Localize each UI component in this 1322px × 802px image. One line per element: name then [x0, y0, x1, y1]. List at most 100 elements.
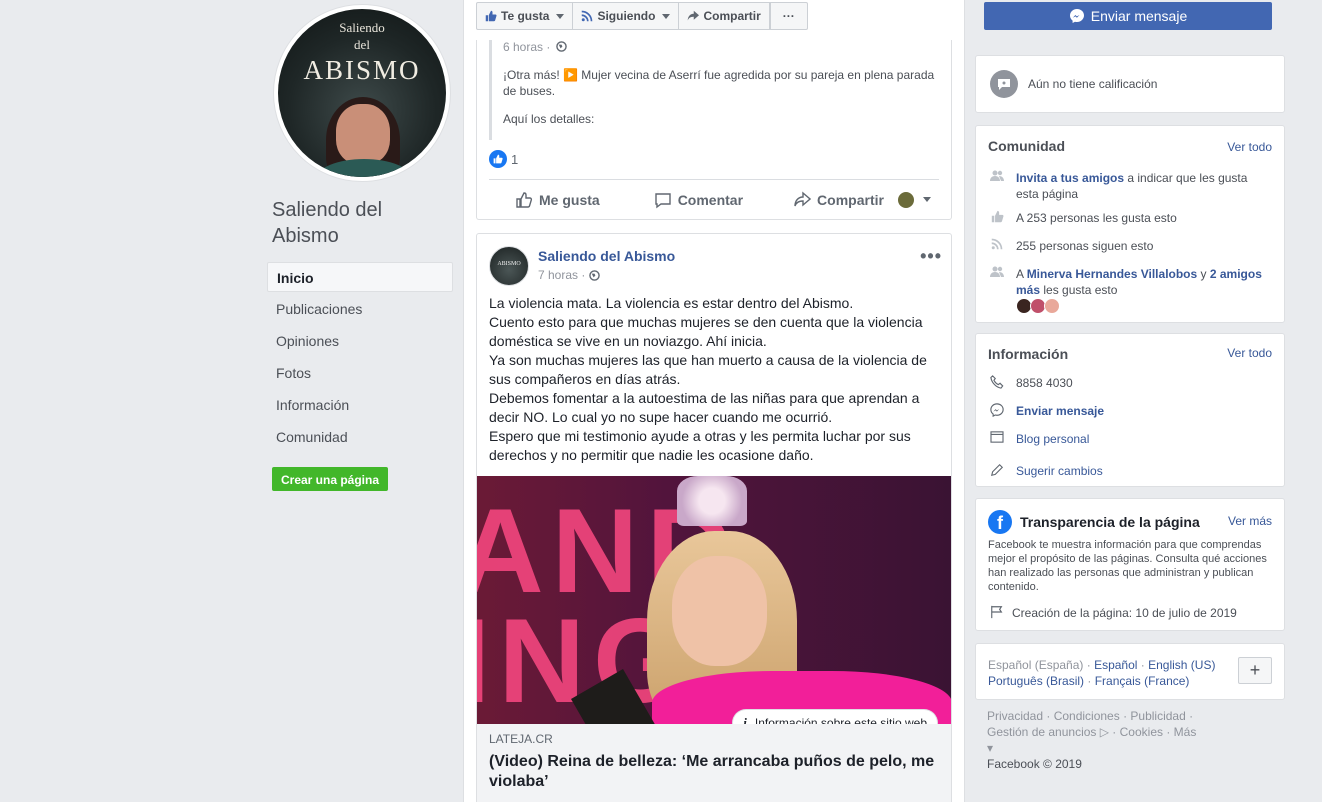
- suggest-edits-link[interactable]: Sugerir cambios: [1016, 463, 1103, 479]
- rating-text: Aún no tiene calificación: [1028, 77, 1158, 91]
- community-card: Comunidad Ver todo Invita a tus amigos a…: [975, 125, 1285, 323]
- info-suggest-row: Sugerir cambios: [988, 463, 1272, 479]
- current-language: Español (España): [988, 658, 1084, 672]
- info-title: Información: [988, 346, 1069, 362]
- language-option[interactable]: English (US): [1148, 658, 1215, 672]
- nav-item-opiniones[interactable]: Opiniones: [267, 326, 453, 356]
- browser-icon: [988, 431, 1006, 447]
- more-options-button[interactable]: ···: [769, 2, 808, 30]
- post-card: ABISMO Saliendo del Abismo 7 horas · •••…: [476, 233, 952, 802]
- globe-icon: [589, 269, 601, 281]
- react-as-selector[interactable]: [898, 191, 931, 208]
- nav-item-inicio[interactable]: Inicio: [267, 262, 453, 292]
- link-preview-image[interactable]: AND ING: [477, 476, 951, 724]
- shared-post-details: Aquí los detalles:: [503, 112, 595, 126]
- page-action-bar: Te gusta Siguiendo Compartir ···: [476, 2, 808, 30]
- thumbs-up-icon: [485, 10, 497, 22]
- link-preview-meta[interactable]: LATEJA.CR (Video) Reina de belleza: ‘Me …: [477, 724, 951, 802]
- link-domain: LATEJA.CR: [489, 732, 553, 746]
- info-card: Información Ver todo 8858 4030 Enviar me…: [975, 333, 1285, 487]
- create-page-button[interactable]: Crear una página: [272, 467, 388, 491]
- comment-icon: [654, 192, 671, 208]
- rating-card: Aún no tiene calificación: [975, 55, 1285, 113]
- community-likes-row: A 253 personas les gusta esto: [988, 210, 1272, 226]
- info-phone-row: 8858 4030: [988, 375, 1272, 391]
- share-button[interactable]: Compartir: [793, 190, 884, 209]
- language-list: Español (España) · Español · English (US…: [988, 658, 1216, 688]
- like-reaction-icon: [489, 150, 507, 168]
- rss-icon: [988, 238, 1006, 254]
- post-card: 6 horas · ¡Otra más! ▶️ Mujer vecina de …: [476, 40, 952, 220]
- following-button[interactable]: Siguiendo: [573, 2, 680, 30]
- language-option[interactable]: Français (France): [1095, 674, 1190, 688]
- copyright: Facebook © 2019: [987, 757, 1082, 771]
- nav-item-publicaciones[interactable]: Publicaciones: [267, 294, 453, 324]
- chevron-down-icon: [923, 197, 931, 202]
- community-title: Comunidad: [988, 138, 1065, 154]
- language-option[interactable]: Português (Brasil): [988, 674, 1084, 688]
- language-option[interactable]: Español: [1094, 658, 1137, 672]
- globe-icon: [555, 41, 567, 52]
- post-timestamp[interactable]: 7 horas ·: [538, 268, 601, 282]
- community-follows-row: 255 personas siguen esto: [988, 238, 1272, 254]
- info-category-row: Blog personal: [988, 431, 1272, 447]
- footer: Privacidad · Condiciones · Publicidad · …: [987, 708, 1197, 772]
- avatar[interactable]: [1044, 298, 1060, 314]
- community-invite-row: Invita a tus amigos a indicar que les gu…: [988, 170, 1272, 202]
- thumbs-up-outline-icon: [516, 191, 533, 208]
- people-icon: [988, 170, 1006, 202]
- profile-image: Saliendo del ABISMO: [278, 9, 446, 177]
- messenger-icon: [1069, 9, 1084, 23]
- post-options-icon[interactable]: •••: [920, 246, 942, 267]
- post-text: La violencia mata. La violencia es estar…: [489, 295, 927, 463]
- page-creation-row: Creación de la página: 10 de julio de 20…: [988, 605, 1272, 621]
- flag-icon: [988, 605, 1006, 621]
- post-author[interactable]: Saliendo del Abismo: [538, 248, 675, 264]
- language-card: Español (España) · Español · English (US…: [975, 643, 1285, 700]
- info-message-row: Enviar mensaje: [988, 403, 1272, 419]
- shared-post-time: 6 horas ·: [503, 40, 567, 54]
- transparency-body: Facebook te muestra información para que…: [988, 539, 1267, 593]
- liked-button[interactable]: Te gusta: [476, 2, 574, 30]
- friend-avatars: [1016, 298, 1060, 314]
- people-icon: [988, 266, 1006, 298]
- add-language-button[interactable]: +: [1238, 657, 1272, 684]
- phone-icon: [988, 375, 1006, 391]
- transparency-card: f Transparencia de la página Ver más Fac…: [975, 498, 1285, 631]
- profile-logo-line2: ABISMO: [303, 55, 421, 85]
- page-title[interactable]: Saliendo del Abismo: [272, 197, 452, 249]
- reaction-summary[interactable]: 1: [489, 150, 518, 168]
- avatar: [898, 191, 914, 208]
- facebook-logo-icon: f: [988, 510, 1012, 534]
- nav-item-fotos[interactable]: Fotos: [267, 358, 453, 388]
- shared-post-text: ¡Otra más! ▶️ Mujer vecina de Aserrí fue…: [503, 68, 935, 98]
- transparency-title: Transparencia de la página: [1020, 514, 1200, 530]
- share-icon: [688, 10, 700, 21]
- invite-friends-link[interactable]: Invita a tus amigos: [1016, 171, 1124, 185]
- send-message-link[interactable]: Enviar mensaje: [1016, 403, 1104, 419]
- pencil-icon: [988, 463, 1006, 479]
- page-profile-picture[interactable]: Saliendo del ABISMO: [273, 4, 451, 182]
- rss-icon: [582, 10, 593, 22]
- shared-post: 6 horas · ¡Otra más! ▶️ Mujer vecina de …: [489, 40, 939, 140]
- thumbs-up-icon: [988, 210, 1006, 226]
- comment-button[interactable]: Comentar: [654, 191, 743, 209]
- left-navigation: Inicio Publicaciones Opiniones Fotos Inf…: [267, 262, 453, 454]
- nav-item-comunidad[interactable]: Comunidad: [267, 422, 453, 452]
- community-see-all-link[interactable]: Ver todo: [1227, 140, 1272, 154]
- share-page-button[interactable]: Compartir: [679, 2, 770, 30]
- author-avatar[interactable]: ABISMO: [489, 246, 529, 286]
- chevron-down-icon: [556, 13, 565, 19]
- friend-link[interactable]: Minerva Hernandes Villalobos: [1027, 267, 1198, 281]
- nav-item-informacion[interactable]: Información: [267, 390, 453, 420]
- category-link[interactable]: Blog personal: [1016, 431, 1089, 447]
- info-see-all-link[interactable]: Ver todo: [1227, 346, 1272, 360]
- share-icon: [794, 190, 812, 207]
- transparency-see-more-link[interactable]: Ver más: [1228, 514, 1272, 528]
- footer-links[interactable]: Privacidad · Condiciones · Publicidad · …: [987, 708, 1197, 756]
- chevron-down-icon: [662, 13, 671, 19]
- profile-logo-line1: Saliendo del: [339, 20, 385, 52]
- send-message-button[interactable]: Enviar mensaje: [984, 2, 1272, 30]
- community-friends-row: A Minerva Hernandes Villalobos y 2 amigo…: [988, 266, 1272, 298]
- like-button[interactable]: Me gusta: [515, 191, 600, 209]
